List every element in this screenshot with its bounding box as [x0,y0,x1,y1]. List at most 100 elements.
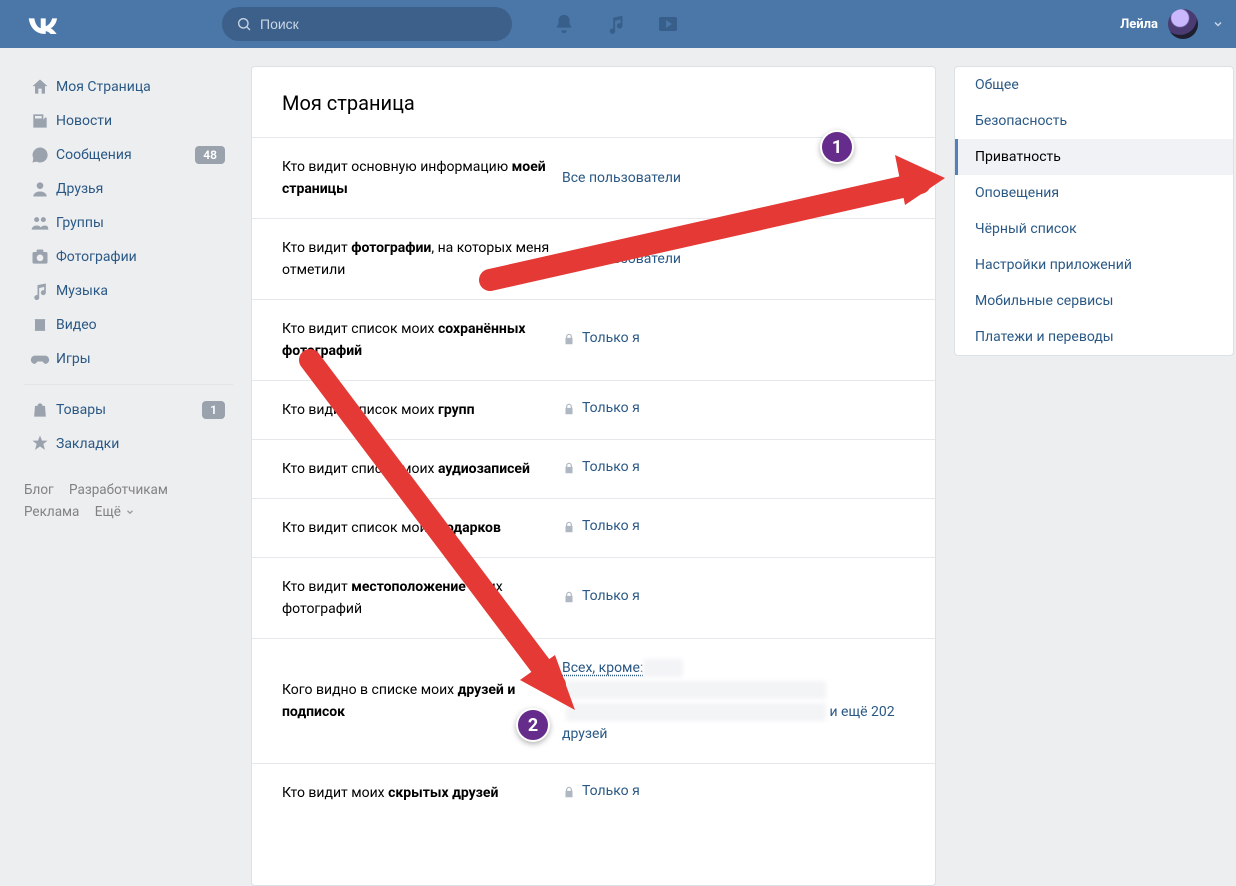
nav-item-label: Закладки [56,436,119,452]
video-player-icon[interactable] [656,12,680,36]
settings-tab-7[interactable]: Платежи и переводы [955,319,1233,355]
footer-ads-link[interactable]: Реклама [24,504,79,520]
nav-item-label: Сообщения [56,147,132,163]
left-nav: Моя Страница Новости Сообщения 48 Друзья… [8,66,233,886]
nav-item-label: Игры [56,351,91,367]
music-icon[interactable] [604,12,628,36]
nav-item-messages[interactable]: Сообщения 48 [24,138,233,172]
annotation-badge-2: 2 [516,708,550,742]
nav-item-games[interactable]: Игры [24,342,233,376]
nav-item-friends[interactable]: Друзья [24,172,233,206]
privacy-row: Кто видит фотографии, на которых меня от… [252,218,935,299]
privacy-row-blurred-value[interactable]: Всех, кроме: и ещё 202 друзей [562,657,905,745]
search-icon [236,16,252,32]
privacy-row-value[interactable]: Только я [562,783,905,803]
footer-more-link[interactable]: Ещё [95,501,135,523]
games-icon [24,349,56,369]
page-title: Моя страница [252,67,935,137]
nav-item-music[interactable]: Музыка [24,274,233,308]
settings-tab-0[interactable]: Общее [955,67,1233,103]
messages-icon [24,145,56,165]
privacy-row-value[interactable]: Только я [562,518,905,538]
privacy-row-value[interactable]: Всех, кроме: и ещё 202 друзей [562,657,905,745]
privacy-row: Кто видит моих скрытых друзейТолько я [252,763,935,822]
settings-tab-6[interactable]: Мобильные сервисы [955,283,1233,319]
nav-item-photos[interactable]: Фотографии [24,240,233,274]
top-icons [552,12,680,36]
privacy-row-label: Кто видит список моих аудиозаписей [282,458,562,480]
privacy-row-label: Кто видит список моих групп [282,399,562,421]
nav-item-label: Друзья [56,181,103,197]
settings-tab-3[interactable]: Оповещения [955,175,1233,211]
lock-icon [562,461,576,475]
footer-devs-link[interactable]: Разработчикам [69,482,168,498]
privacy-row-value[interactable]: Только я [562,330,905,350]
settings-tab-2[interactable]: Приватность [955,139,1233,175]
privacy-row-value[interactable]: Только я [562,400,905,420]
profile-menu[interactable]: Лейла [1120,9,1224,39]
privacy-row-value[interactable]: Все пользователи [562,170,905,186]
settings-panel: Моя страница Кто видит основную информац… [251,66,936,886]
news-icon [24,111,56,131]
lock-icon [562,402,576,416]
music-icon [24,281,56,301]
footer-links: Блог Разработчикам Реклама Ещё [24,479,233,523]
nav-item-label: Видео [56,317,97,333]
privacy-row-label: Кто видит моих скрытых друзей [282,782,562,804]
settings-tab-1[interactable]: Безопасность [955,103,1233,139]
nav-item-label: Фотографии [56,249,137,265]
privacy-row: Кто видит список моих сохранённых фотогр… [252,299,935,380]
settings-tab-4[interactable]: Чёрный список [955,211,1233,247]
nav-item-market[interactable]: Товары 1 [24,393,233,427]
privacy-row-label: Кто видит список моих подарков [282,517,562,539]
footer-blog-link[interactable]: Блог [24,482,54,498]
privacy-row-label: Кто видит фотографии, на которых меня от… [282,237,562,281]
avatar [1168,9,1198,39]
nav-badge: 1 [202,401,225,419]
profile-name: Лейла [1120,17,1158,32]
nav-item-label: Новости [56,113,112,129]
nav-item-groups[interactable]: Группы [24,206,233,240]
privacy-row: Кто видит список моих подарковТолько я [252,498,935,557]
nav-badge: 48 [195,146,225,164]
notifications-icon[interactable] [552,12,576,36]
home-icon [24,77,56,97]
chevron-down-icon [1212,18,1224,30]
groups-icon [24,213,56,233]
video-icon [24,315,56,335]
lock-icon [562,590,576,604]
nav-item-label: Музыка [56,283,108,299]
settings-tab-5[interactable]: Настройки приложений [955,247,1233,283]
market-icon [24,400,56,420]
nav-item-label: Группы [56,215,104,231]
nav-item-label: Товары [56,402,106,418]
nav-item-label: Моя Страница [56,79,151,95]
privacy-row-label: Кто видит местоположение моих фотографий [282,576,562,620]
nav-item-news[interactable]: Новости [24,104,233,138]
privacy-row: Кто видит список моих группТолько я [252,380,935,439]
vk-logo-icon[interactable] [28,7,62,41]
search-input[interactable] [260,16,498,32]
privacy-row-label: Кто видит основную информацию моей стран… [282,156,562,200]
privacy-row: Кого видно в списке моих друзей и подпис… [252,638,935,763]
nav-item-video[interactable]: Видео [24,308,233,342]
nav-item-home[interactable]: Моя Страница [24,70,233,104]
friends-icon [24,179,56,199]
privacy-row-value[interactable]: Все пользователи [562,251,905,267]
bookmarks-icon [24,434,56,454]
lock-icon [562,785,576,799]
privacy-row: Кто видит список моих аудиозаписейТолько… [252,439,935,498]
chevron-down-icon [125,507,135,517]
privacy-row: Кто видит местоположение моих фотографий… [252,557,935,638]
lock-icon [562,332,576,346]
privacy-row-label: Кто видит список моих сохранённых фотогр… [282,318,562,362]
lock-icon [562,520,576,534]
privacy-row-value[interactable]: Только я [562,588,905,608]
nav-separator [24,384,233,385]
nav-item-bookmarks[interactable]: Закладки [24,427,233,461]
privacy-row-value[interactable]: Только я [562,459,905,479]
search-input-wrap[interactable] [222,7,512,41]
settings-tabs: ОбщееБезопасностьПриватностьОповещенияЧё… [954,66,1234,356]
photos-icon [24,247,56,267]
topbar: Лейла [0,0,1236,48]
